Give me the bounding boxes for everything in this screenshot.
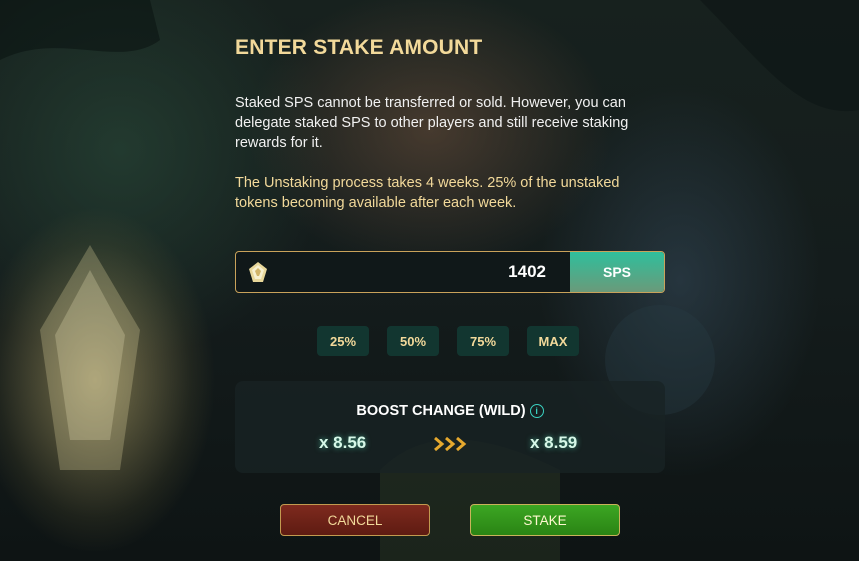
unstaking-note: The Unstaking process takes 4 weeks. 25%…: [235, 175, 620, 211]
sps-token-icon: [249, 262, 267, 282]
percent-25-button[interactable]: 25%: [317, 326, 369, 356]
boost-new-value: x 8.59: [530, 433, 578, 452]
boost-title: BOOST CHANGE (WILD): [356, 403, 526, 419]
staking-description: Staked SPS cannot be transferred or sold…: [235, 95, 629, 151]
percent-buttons: 25% 50% 75% MAX: [317, 326, 579, 356]
stake-dialog: ENTER STAKE AMOUNT Staked SPS cannot be …: [0, 0, 859, 561]
max-button[interactable]: MAX: [527, 326, 579, 356]
boost-title-row: BOOST CHANGE (WILD) i: [235, 403, 665, 419]
stake-button[interactable]: STAKE: [470, 504, 620, 536]
boost-change-panel: BOOST CHANGE (WILD) i x 8.56 x 8.59: [235, 381, 665, 473]
info-icon[interactable]: i: [529, 404, 544, 418]
percent-75-button[interactable]: 75%: [457, 326, 509, 356]
currency-label: SPS: [570, 252, 664, 292]
boost-current-value: x 8.56: [319, 433, 367, 452]
stake-amount-field: SPS: [235, 251, 665, 293]
triple-chevron-right-icon: [434, 436, 467, 452]
stake-amount-input[interactable]: [269, 252, 570, 292]
cancel-button[interactable]: CANCEL: [280, 504, 430, 536]
dialog-title: ENTER STAKE AMOUNT: [235, 36, 483, 59]
percent-50-button[interactable]: 50%: [387, 326, 439, 356]
